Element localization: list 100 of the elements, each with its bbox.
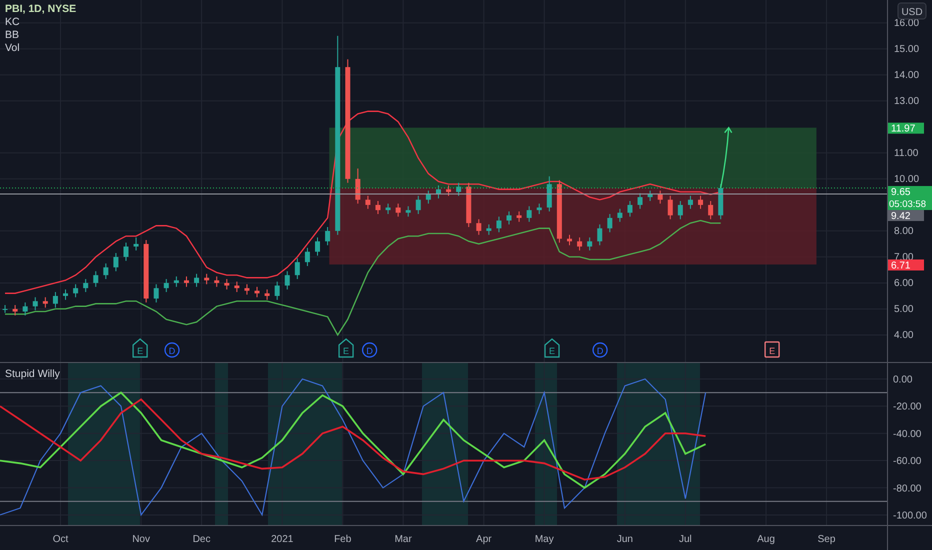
- candlestick: [315, 236, 320, 256]
- candlestick: [294, 258, 300, 280]
- time-axis-label: Mar: [394, 534, 412, 545]
- candlestick: [154, 284, 159, 303]
- indicator-label[interactable]: KC: [5, 16, 76, 28]
- candlestick: [42, 296, 48, 308]
- candlestick: [22, 302, 28, 316]
- indicator-axis-label: -40.00: [893, 428, 922, 440]
- price-tag: 6.71: [888, 259, 924, 272]
- candlestick: [496, 216, 502, 233]
- time-axis-label: Dec: [192, 534, 210, 545]
- candlestick: [526, 206, 532, 222]
- price-axis-label: 10.00: [894, 174, 920, 185]
- candlestick: [52, 292, 58, 308]
- candlestick: [375, 200, 380, 215]
- candlestick: [627, 200, 632, 218]
- candlestick: [134, 236, 139, 251]
- time-axis-label: Aug: [757, 534, 775, 545]
- time-axis-label: Jul: [679, 534, 692, 545]
- time-axis-label: Sep: [818, 534, 836, 545]
- candlestick: [406, 206, 411, 218]
- indicator-title[interactable]: Stupid Willy: [5, 368, 60, 380]
- time-axis-label: Apr: [476, 534, 492, 545]
- price-axis-label: 5.00: [894, 304, 914, 315]
- currency-badge[interactable]: USD: [898, 2, 926, 20]
- candlestick: [2, 304, 8, 314]
- candlestick: [103, 262, 108, 280]
- candlestick: [516, 210, 522, 222]
- time-axis-label: May: [534, 534, 554, 545]
- candlestick: [416, 195, 421, 215]
- earnings-marker[interactable]: E: [764, 341, 780, 358]
- projection-arrow: [720, 126, 732, 188]
- earnings-marker[interactable]: E: [338, 338, 354, 358]
- candlestick: [204, 273, 210, 285]
- indicator-axis-label: -100.00: [893, 510, 927, 522]
- dividend-marker[interactable]: D: [164, 342, 180, 358]
- candlestick: [113, 252, 118, 272]
- candlestick: [365, 195, 370, 210]
- candlestick: [577, 236, 582, 251]
- candlestick: [436, 184, 441, 199]
- price-axis-label: 4.00: [894, 330, 914, 341]
- candlestick: [536, 203, 542, 215]
- candlestick: [556, 180, 562, 244]
- candlestick: [476, 218, 482, 236]
- indicator-label[interactable]: BB: [5, 29, 76, 41]
- indicator-axis-label: -80.00: [893, 483, 922, 494]
- indicator-label[interactable]: Vol: [5, 42, 76, 54]
- candlestick: [83, 278, 88, 293]
- candlestick: [546, 176, 552, 212]
- price-tag: 11.97: [888, 122, 924, 135]
- time-axis-label: Feb: [334, 534, 352, 545]
- candlestick: [124, 242, 128, 262]
- price-tag: 9.65 05:03:58: [888, 186, 932, 210]
- earnings-marker[interactable]: E: [132, 338, 148, 358]
- candlestick: [718, 184, 724, 220]
- candlestick: [284, 270, 290, 290]
- candlestick: [244, 284, 250, 296]
- candlestick: [214, 276, 220, 288]
- candlestick: [678, 200, 683, 220]
- candlestick: [93, 270, 98, 288]
- candlestick: [587, 236, 592, 251]
- candlestick: [234, 281, 240, 293]
- time-axis-label: Nov: [132, 534, 150, 545]
- candlestick: [466, 182, 472, 228]
- candlestick: [386, 203, 391, 215]
- dividend-marker[interactable]: D: [592, 342, 608, 358]
- candlestick: [63, 288, 68, 300]
- candlestick: [73, 284, 78, 298]
- candlestick: [648, 190, 653, 202]
- candlestick: [264, 288, 270, 300]
- candlestick: [355, 168, 360, 204]
- price-axis-label: 11.00: [894, 148, 918, 159]
- candlestick: [274, 281, 280, 300]
- time-axis-label: Jun: [616, 534, 633, 545]
- candlestick: [12, 304, 18, 316]
- candlestick: [607, 214, 612, 233]
- symbol-title: PBI, 1D, NYSE: [5, 3, 76, 15]
- time-axis-label: 2021: [271, 534, 294, 545]
- candlestick: [456, 182, 462, 196]
- candlestick: [446, 184, 452, 196]
- earnings-marker[interactable]: E: [544, 338, 560, 358]
- candlestick: [304, 247, 310, 267]
- candlestick: [164, 278, 169, 293]
- candlestick: [254, 286, 260, 298]
- price-axis-label: 8.00: [894, 226, 914, 237]
- candlestick: [597, 224, 602, 246]
- dividend-marker[interactable]: D: [362, 342, 378, 358]
- price-tag: 9.42: [888, 210, 924, 222]
- candlestick: [32, 296, 38, 311]
- price-axis-label: 6.00: [894, 278, 914, 289]
- candlestick: [708, 200, 714, 220]
- price-axis-label: 13.00: [894, 96, 920, 107]
- candlestick: [567, 234, 572, 246]
- time-axis-label: Oct: [52, 534, 68, 545]
- price-axis-label: 15.00: [894, 44, 920, 55]
- candlestick: [396, 203, 401, 218]
- price-axis-label: 14.00: [894, 70, 920, 81]
- candlestick: [506, 210, 512, 225]
- indicator-axis-label: 0.00: [893, 374, 912, 386]
- candlestick: [668, 195, 673, 220]
